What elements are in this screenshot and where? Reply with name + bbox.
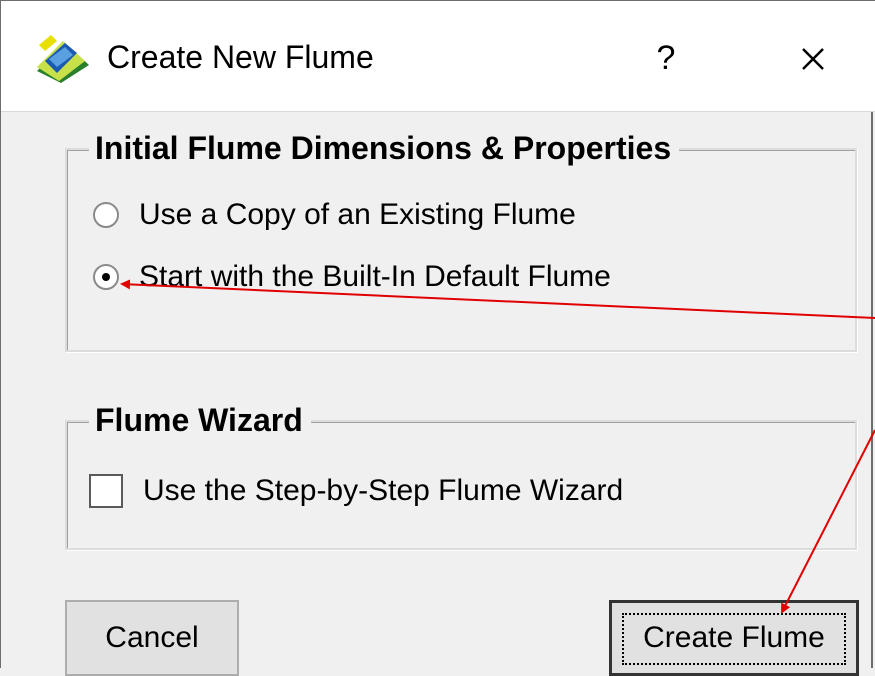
copy-existing-flume-option[interactable]: Use a Copy of an Existing Flume [93,198,576,232]
copy-existing-label: Use a Copy of an Existing Flume [139,198,576,231]
cancel-button-label: Cancel [105,621,199,654]
builtin-default-flume-option[interactable]: Start with the Built-In Default Flume [93,260,611,294]
create-flume-button-label: Create Flume [643,621,825,654]
dialog-window: Create New Flume ? Initial Flume Dimensi… [0,0,875,676]
title-bar: Create New Flume ? [1,0,875,112]
use-wizard-label: Use the Step-by-Step Flume Wizard [143,474,624,507]
builtin-default-radio[interactable] [93,264,119,290]
initial-dimensions-group: Initial Flume Dimensions & Properties [65,130,857,352]
radio-selected-dot [102,273,110,281]
use-wizard-option[interactable]: Use the Step-by-Step Flume Wizard [89,474,623,508]
flume-app-icon [37,35,89,83]
builtin-default-label: Start with the Built-In Default Flume [139,260,611,293]
initial-dimensions-group-title: Initial Flume Dimensions & Properties [89,130,680,166]
cancel-button[interactable]: Cancel [65,600,239,676]
create-flume-button[interactable]: Create Flume [609,600,859,676]
flume-wizard-group-title: Flume Wizard [89,402,311,438]
copy-existing-radio[interactable] [93,202,119,228]
window-title: Create New Flume [107,39,374,75]
use-wizard-checkbox[interactable] [89,474,123,508]
help-button[interactable]: ? [641,31,691,85]
close-icon[interactable] [783,29,843,89]
